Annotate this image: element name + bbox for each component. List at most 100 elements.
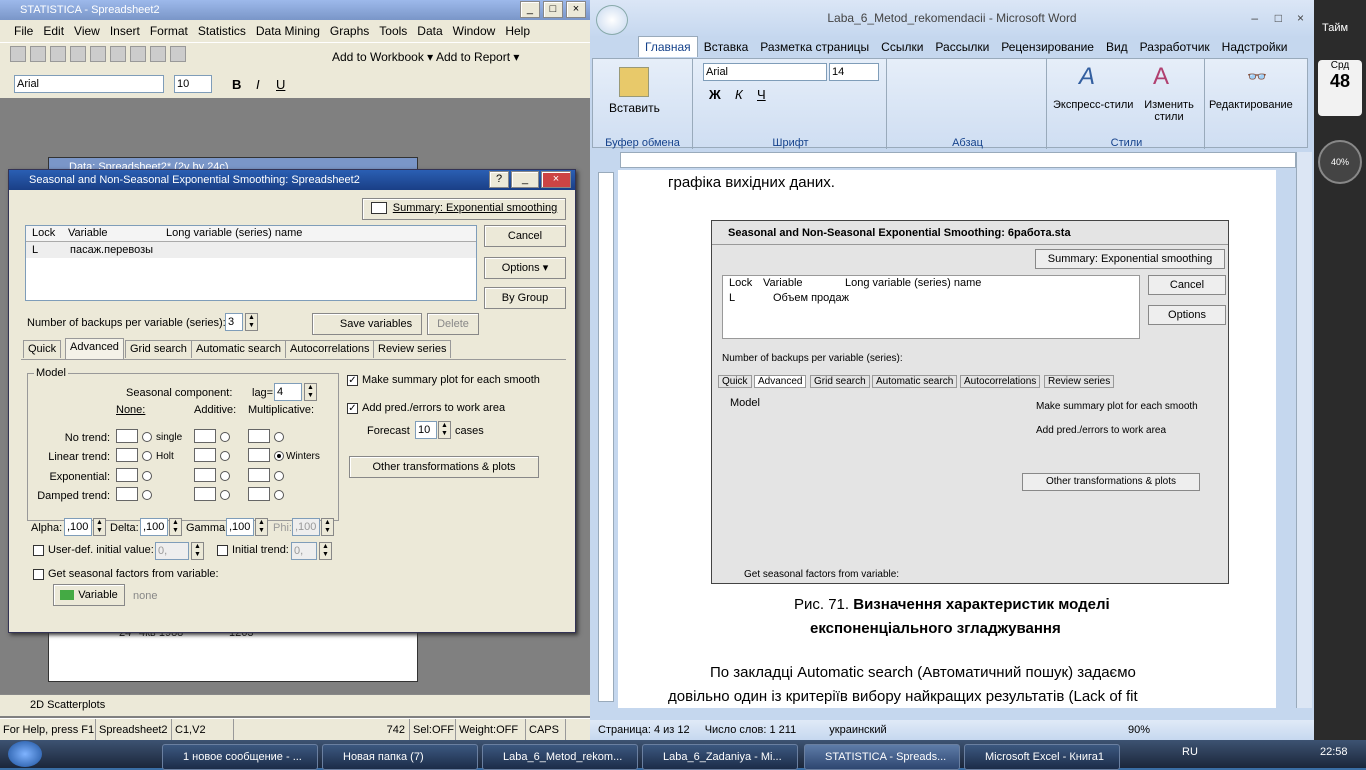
- add-pred-checkbox[interactable]: ✓: [347, 402, 358, 414]
- paste-icon[interactable]: [619, 67, 649, 97]
- get-seasonal-check[interactable]: Get seasonal factors from variable:: [33, 568, 219, 580]
- change-styles-button[interactable]: Изменить стили: [1139, 99, 1199, 123]
- model-none-radio[interactable]: [142, 471, 152, 481]
- model-additive-radio[interactable]: [220, 471, 230, 481]
- menu-item-9[interactable]: Data: [417, 24, 442, 38]
- get-seasonal-checkbox[interactable]: [33, 568, 44, 580]
- size-select[interactable]: 10: [174, 75, 212, 93]
- status-words[interactable]: Число слов: 1 211: [705, 724, 797, 736]
- paste-icon[interactable]: [130, 46, 146, 62]
- word-tab-3[interactable]: Ссылки: [875, 37, 929, 57]
- word-underline-icon[interactable]: Ч: [757, 87, 766, 102]
- table-row[interactable]: L пасаж.перевозы: [26, 242, 476, 258]
- new-icon[interactable]: [10, 46, 26, 62]
- redo-icon[interactable]: [170, 46, 186, 62]
- bygroup-button[interactable]: By Group: [484, 287, 566, 309]
- zoom-level[interactable]: 90%: [1128, 720, 1150, 740]
- model-additive-radio[interactable]: [220, 490, 230, 500]
- taskbar-item-3[interactable]: Laba_6_Zadaniya - Mi...: [642, 744, 798, 770]
- font-select[interactable]: Arial: [14, 75, 164, 93]
- word-tab-4[interactable]: Рассылки: [929, 37, 995, 57]
- add-to-workbook-button[interactable]: Add to Workbook ▾: [332, 50, 433, 64]
- backups-field[interactable]: 3: [225, 313, 243, 331]
- delta-field[interactable]: ,100: [140, 518, 168, 536]
- init-trend-checkbox[interactable]: [217, 544, 228, 556]
- word-size-select[interactable]: 14: [829, 63, 879, 81]
- print-icon[interactable]: [70, 46, 86, 62]
- help-button[interactable]: ?: [489, 171, 509, 188]
- menu-item-0[interactable]: File: [14, 24, 33, 38]
- word-bold-icon[interactable]: Ж: [709, 87, 721, 102]
- taskbar-item-4[interactable]: STATISTICA - Spreads...: [804, 744, 960, 770]
- tab-0[interactable]: Quick: [23, 340, 62, 358]
- menu-item-7[interactable]: Graphs: [330, 24, 369, 38]
- taskbar-item-0[interactable]: 1 новое сообщение - ...: [162, 744, 318, 770]
- save-icon[interactable]: [50, 46, 66, 62]
- model-additive-radio[interactable]: [220, 432, 230, 442]
- cut-icon[interactable]: [90, 46, 106, 62]
- menu-item-3[interactable]: Insert: [110, 24, 140, 38]
- menu-item-6[interactable]: Data Mining: [256, 24, 320, 38]
- word-tab-5[interactable]: Рецензирование: [995, 37, 1100, 57]
- copy-icon[interactable]: [110, 46, 126, 62]
- scatterplots-tab[interactable]: 2D Scatterplots: [30, 699, 105, 711]
- word-tab-1[interactable]: Вставка: [698, 37, 755, 57]
- model-mult-radio[interactable]: [274, 490, 284, 500]
- italic-icon[interactable]: I: [256, 77, 260, 92]
- express-styles-button[interactable]: Экспресс-стили: [1053, 99, 1133, 111]
- menu-item-10[interactable]: Window: [453, 24, 496, 38]
- tab-3[interactable]: Automatic search: [191, 340, 286, 358]
- menu-item-11[interactable]: Help: [505, 24, 530, 38]
- tab-5[interactable]: Review series: [373, 340, 452, 358]
- tab-1[interactable]: Advanced: [65, 338, 124, 359]
- lag-spinner[interactable]: ▲ ▼: [304, 383, 317, 401]
- delete-button[interactable]: Delete: [427, 313, 479, 335]
- taskbar-item-5[interactable]: Microsoft Excel - Книга1: [964, 744, 1120, 770]
- status-language[interactable]: украинский: [829, 724, 886, 736]
- status-page[interactable]: Страница: 4 из 12: [598, 724, 690, 736]
- variable-button[interactable]: Variable: [53, 584, 125, 606]
- word-minimize-button[interactable]: –: [1251, 0, 1258, 36]
- model-mult-radio[interactable]: [274, 432, 284, 442]
- init-trend-spinner[interactable]: ▲ ▼: [319, 542, 332, 560]
- menu-item-2[interactable]: View: [74, 24, 100, 38]
- add-to-report-button[interactable]: Add to Report ▾: [436, 50, 519, 64]
- word-scrollbar[interactable]: [1296, 152, 1312, 708]
- maximize-button[interactable]: □: [542, 1, 563, 18]
- editing-button[interactable]: Редактирование: [1209, 99, 1293, 111]
- taskbar-item-1[interactable]: Новая папка (7): [322, 744, 478, 770]
- backups-spinner[interactable]: ▲ ▼: [245, 313, 258, 331]
- word-tab-2[interactable]: Разметка страницы: [754, 37, 875, 57]
- forecast-spinner[interactable]: ▲ ▼: [438, 421, 451, 439]
- model-none-radio[interactable]: [142, 451, 152, 461]
- model-additive-radio[interactable]: [220, 451, 230, 461]
- taskbar-item-2[interactable]: Laba_6_Metod_rekom...: [482, 744, 638, 770]
- minimize-button[interactable]: _: [519, 1, 540, 18]
- undo-icon[interactable]: [150, 46, 166, 62]
- user-init-checkbox[interactable]: [33, 544, 44, 556]
- menu-item-1[interactable]: Edit: [43, 24, 64, 38]
- delta-spinner[interactable]: ▲ ▼: [169, 518, 182, 536]
- word-tab-0[interactable]: Главная: [638, 36, 698, 57]
- word-maximize-button[interactable]: □: [1275, 0, 1282, 36]
- menu-item-4[interactable]: Format: [150, 24, 188, 38]
- paste-button[interactable]: Вставить: [609, 101, 660, 115]
- init-value-spinner[interactable]: ▲ ▼: [191, 542, 204, 560]
- dialog-minimize-button[interactable]: _: [511, 171, 539, 188]
- cancel-button[interactable]: Cancel: [484, 225, 566, 247]
- start-button[interactable]: [8, 741, 42, 767]
- save-variables-button[interactable]: Save variables: [312, 313, 422, 335]
- word-tab-6[interactable]: Вид: [1100, 37, 1134, 57]
- summary-button[interactable]: Summary: Exponential smoothing: [362, 198, 566, 220]
- gamma-spinner[interactable]: ▲ ▼: [255, 518, 268, 536]
- tab-4[interactable]: Autocorrelations: [285, 340, 375, 358]
- clock[interactable]: 22:58: [1320, 746, 1348, 758]
- user-init-check[interactable]: User-def. initial value:: [33, 544, 154, 556]
- options-button[interactable]: Options ▾: [484, 257, 566, 279]
- tab-2[interactable]: Grid search: [125, 340, 192, 358]
- model-mult-radio[interactable]: [274, 451, 284, 461]
- phi-field[interactable]: ,100: [292, 518, 320, 536]
- alpha-field[interactable]: ,100: [64, 518, 92, 536]
- init-trend-field[interactable]: 0,: [291, 542, 317, 560]
- model-none-radio[interactable]: [142, 490, 152, 500]
